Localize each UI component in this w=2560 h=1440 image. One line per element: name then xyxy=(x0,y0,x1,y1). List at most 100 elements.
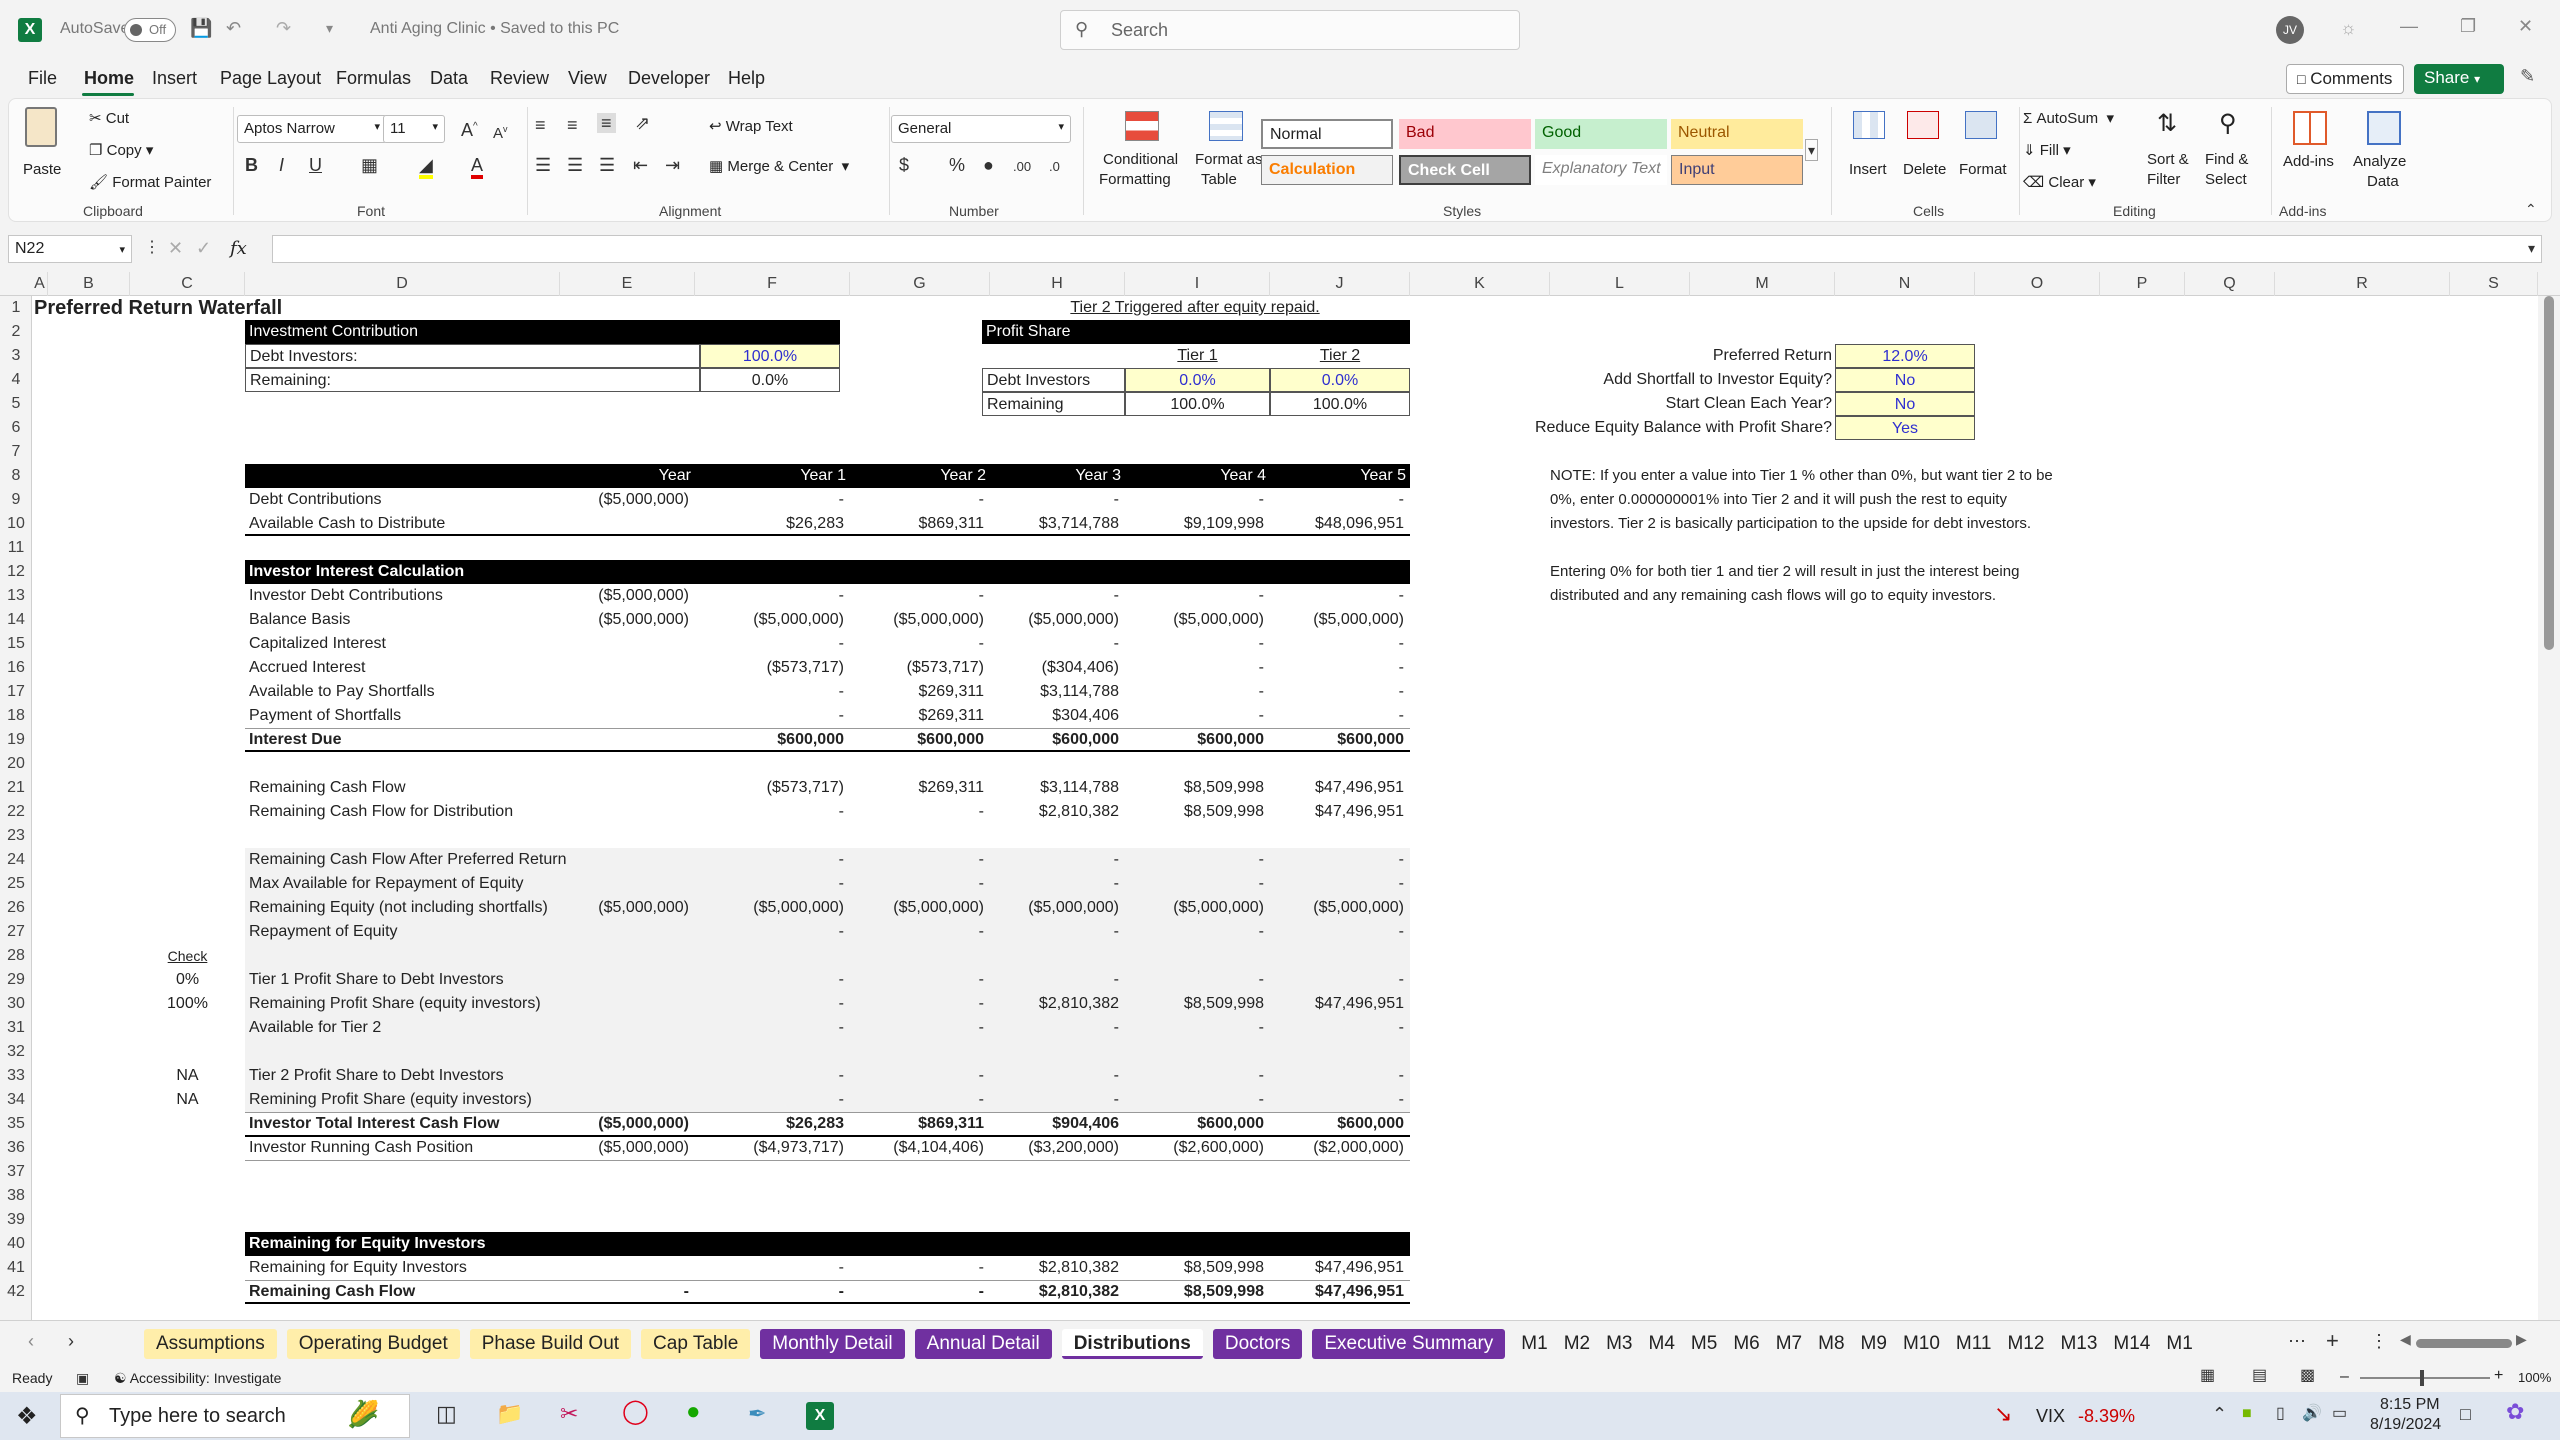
styles-more-icon[interactable]: ▾ xyxy=(1805,139,1819,161)
value-cell[interactable]: - xyxy=(695,920,844,944)
vertical-scrollbar[interactable] xyxy=(2538,296,2560,1320)
restore-icon[interactable]: ❐ xyxy=(2460,16,2476,36)
percent-icon[interactable]: % xyxy=(949,155,965,175)
row-label[interactable]: Remaining Profit Share (equity investors… xyxy=(245,992,560,1016)
more-options-icon[interactable]: ⋮ xyxy=(144,238,160,258)
check-value[interactable]: 0% xyxy=(130,968,245,992)
value-cell[interactable]: - xyxy=(695,968,844,992)
autosum-button[interactable]: Σ AutoSum ▾ xyxy=(2023,109,2114,127)
font-name-combo[interactable]: Aptos Narrow ▾ xyxy=(237,115,387,143)
sheet-tab[interactable]: M3 xyxy=(1600,1329,1638,1359)
value-cell[interactable]: ($573,717) xyxy=(695,656,844,680)
value-cell[interactable]: - xyxy=(1125,584,1264,608)
page-layout-view-icon[interactable]: ▤ xyxy=(2252,1366,2267,1386)
value-cell[interactable]: ($573,717) xyxy=(695,776,844,800)
grow-font-icon[interactable]: A^ xyxy=(461,117,478,140)
value-cell[interactable]: $47,496,951 xyxy=(1270,992,1404,1016)
align-right-icon[interactable]: ☰ xyxy=(599,155,615,175)
tab-scroll-right-icon[interactable]: › xyxy=(68,1331,74,1351)
comma-icon[interactable]: ● xyxy=(983,155,994,175)
value-cell[interactable]: - xyxy=(850,1280,984,1304)
row-label[interactable]: Accrued Interest xyxy=(245,656,560,680)
row-label[interactable]: Remaining Cash Flow xyxy=(245,1280,560,1304)
value-cell[interactable]: - xyxy=(990,488,1119,512)
style-bad[interactable]: Bad xyxy=(1399,119,1531,149)
value-cell[interactable]: $8,509,998 xyxy=(1125,1256,1264,1280)
value-cell[interactable]: - xyxy=(1125,680,1264,704)
value-cell[interactable]: $8,509,998 xyxy=(1125,800,1264,824)
fill-color-icon[interactable]: ◢ xyxy=(419,155,433,179)
value-cell[interactable]: $3,114,788 xyxy=(990,680,1119,704)
year-header[interactable]: Year 2 xyxy=(850,464,986,488)
value-cell[interactable]: - xyxy=(990,848,1119,872)
decrease-decimal-icon[interactable]: .0 xyxy=(1049,157,1060,177)
value-cell[interactable]: ($3,200,000) xyxy=(990,1136,1119,1160)
value-cell[interactable]: $3,714,788 xyxy=(990,512,1119,536)
label-add-shortfall[interactable]: Add Shortfall to Investor Equity? xyxy=(1410,368,1834,392)
wrap-text-button[interactable]: ↩ Wrap Text xyxy=(709,117,793,135)
value-cell[interactable]: $869,311 xyxy=(850,512,984,536)
menu-review[interactable]: Review xyxy=(490,68,549,89)
menu-developer[interactable]: Developer xyxy=(628,68,710,89)
cancel-icon[interactable]: ✕ xyxy=(168,238,183,258)
label-debt-investors[interactable]: Debt Investors: xyxy=(245,344,700,368)
value-cell[interactable]: $3,114,788 xyxy=(990,776,1119,800)
expand-formula-icon[interactable]: ▾ xyxy=(2528,238,2535,258)
value-cell[interactable]: - xyxy=(1270,584,1404,608)
note-text[interactable]: NOTE: If you enter a value into Tier 1 %… xyxy=(1550,464,2110,488)
value-cell[interactable]: $269,311 xyxy=(850,704,984,728)
sheet-tab[interactable]: M1 xyxy=(1515,1329,1553,1359)
orientation-icon[interactable]: ⇗ xyxy=(635,113,650,133)
value-cell[interactable]: - xyxy=(695,1256,844,1280)
value-cell[interactable]: $269,311 xyxy=(850,776,984,800)
ps-debt-tier2[interactable]: 0.0% xyxy=(1270,368,1410,392)
accessibility-status[interactable]: ☯ Accessibility: Investigate xyxy=(114,1370,281,1387)
ps-remaining-tier2[interactable]: 100.0% xyxy=(1270,392,1410,416)
value-cell[interactable]: $2,810,382 xyxy=(990,800,1119,824)
value-cell[interactable]: ($5,000,000) xyxy=(560,896,689,920)
clock-time[interactable]: 8:15 PM xyxy=(2380,1396,2440,1414)
value-cell[interactable]: $904,406 xyxy=(990,1112,1119,1136)
value-cell[interactable]: - xyxy=(695,1088,844,1112)
value-cell[interactable]: ($573,717) xyxy=(850,656,984,680)
value-cell[interactable]: - xyxy=(990,632,1119,656)
value-cell[interactable]: ($5,000,000) xyxy=(850,896,984,920)
delete-cells-button[interactable]: Delete xyxy=(1897,107,1953,197)
value-cell[interactable]: - xyxy=(850,872,984,896)
row-label[interactable]: Remining Profit Share (equity investors) xyxy=(245,1088,560,1112)
notification-icon[interactable]: □ xyxy=(2460,1404,2471,1424)
value-cell[interactable]: - xyxy=(850,920,984,944)
document-title[interactable]: Anti Aging Clinic • Saved to this PC xyxy=(370,20,619,38)
value-cell[interactable]: $9,109,998 xyxy=(1125,512,1264,536)
value-cell[interactable]: - xyxy=(695,488,844,512)
font-size-combo[interactable]: 11 ▾ xyxy=(383,115,445,143)
find-select-button[interactable]: ⚲ Find & Select xyxy=(2201,107,2263,197)
nvidia-icon[interactable]: ■ xyxy=(2242,1404,2252,1424)
ps-label-debt[interactable]: Debt Investors xyxy=(982,368,1125,392)
ps-remaining-tier1[interactable]: 100.0% xyxy=(1125,392,1270,416)
value-cell[interactable]: - xyxy=(990,968,1119,992)
value-cell[interactable]: - xyxy=(990,920,1119,944)
value-cell[interactable]: $47,496,951 xyxy=(1270,1280,1404,1304)
value-cell[interactable]: - xyxy=(1125,920,1264,944)
label-remaining[interactable]: Remaining: xyxy=(245,368,700,392)
value-cell[interactable]: $47,496,951 xyxy=(1270,1256,1404,1280)
value-cell[interactable]: - xyxy=(1125,488,1264,512)
input-debt-investors[interactable]: 100.0% xyxy=(700,344,840,368)
sheet-tab[interactable]: Phase Build Out xyxy=(469,1329,632,1359)
value-cell[interactable]: ($5,000,000) xyxy=(695,896,844,920)
row-label[interactable]: Remaining Equity (not including shortfal… xyxy=(245,896,560,920)
value-cell[interactable]: - xyxy=(1270,632,1404,656)
align-bottom-icon[interactable]: ≡ xyxy=(597,113,616,133)
value-cell[interactable]: ($4,973,717) xyxy=(695,1136,844,1160)
row-label[interactable]: Tier 1 Profit Share to Debt Investors xyxy=(245,968,560,992)
row-label[interactable]: Max Available for Repayment of Equity xyxy=(245,872,560,896)
value-cell[interactable]: ($5,000,000) xyxy=(560,488,689,512)
increase-indent-icon[interactable]: ⇥ xyxy=(665,155,680,175)
value-cell[interactable]: - xyxy=(695,1064,844,1088)
value-cell[interactable]: ($2,600,000) xyxy=(1125,1136,1264,1160)
insert-cells-button[interactable]: Insert xyxy=(1843,107,1895,197)
value-cell[interactable]: - xyxy=(695,704,844,728)
app-icon-snip[interactable]: ✂ xyxy=(560,1403,578,1425)
value-cell[interactable]: - xyxy=(1270,968,1404,992)
